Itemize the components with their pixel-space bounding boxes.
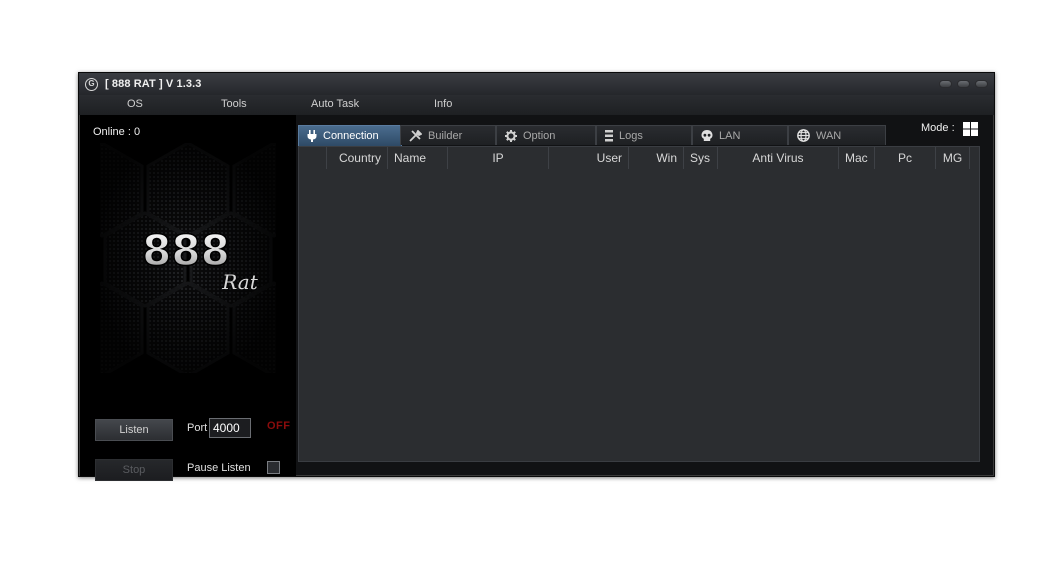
- window-controls: [939, 80, 988, 88]
- tab-lan[interactable]: LAN: [692, 125, 788, 145]
- close-button[interactable]: [975, 80, 988, 88]
- column-header-row-indicator: [299, 147, 327, 169]
- logo-word: Rat: [221, 270, 258, 294]
- column-header-name[interactable]: Name: [388, 147, 448, 169]
- maximize-button[interactable]: [957, 80, 970, 88]
- tab-option[interactable]: Option: [496, 125, 596, 145]
- status-off-label: OFF: [267, 420, 291, 432]
- port-label: Port: [187, 422, 208, 434]
- tab-wan-label: WAN: [816, 129, 842, 142]
- grid-header: Country Name IP User Win Sys Anti Virus …: [299, 147, 979, 169]
- logs-icon: [605, 129, 613, 141]
- tab-connection[interactable]: Connection: [298, 125, 402, 146]
- column-header-win[interactable]: Win: [629, 147, 684, 169]
- tab-strip: Connection Builder Option Logs LAN WAN: [298, 125, 988, 146]
- main-window: G [ 888 RAT ] V 1.3.3 OS Tools Auto Task…: [78, 72, 995, 481]
- menu-info[interactable]: Info: [434, 98, 452, 110]
- pause-listen-checkbox[interactable]: [267, 461, 280, 474]
- menu-bar: OS Tools Auto Task Info: [79, 95, 994, 115]
- column-header-mac[interactable]: Mac: [839, 147, 875, 169]
- online-count: Online : 0: [93, 126, 141, 138]
- window-title: [ 888 RAT ] V 1.3.3: [105, 78, 202, 90]
- tab-logs-label: Logs: [619, 129, 643, 142]
- plug-icon: [307, 130, 317, 142]
- globe-icon: [797, 129, 810, 142]
- tools-icon: [409, 129, 422, 142]
- column-header-anti-virus[interactable]: Anti Virus: [718, 147, 839, 169]
- gear-icon: [505, 129, 517, 142]
- menu-auto-task[interactable]: Auto Task: [311, 98, 359, 110]
- column-header-mg[interactable]: MG: [936, 147, 970, 169]
- minimize-button[interactable]: [939, 80, 952, 88]
- tab-option-label: Option: [523, 129, 556, 142]
- app-icon[interactable]: G: [85, 77, 98, 91]
- menu-os[interactable]: OS: [127, 98, 143, 110]
- tab-connection-label: Connection: [323, 130, 379, 142]
- menu-tools[interactable]: Tools: [221, 98, 247, 110]
- column-header-country[interactable]: Country: [327, 147, 388, 169]
- skull-icon: [701, 129, 713, 141]
- port-input[interactable]: [209, 418, 251, 438]
- listen-button[interactable]: Listen: [95, 419, 173, 441]
- tab-builder[interactable]: Builder: [400, 125, 496, 145]
- mode-label: Mode :: [921, 122, 955, 134]
- column-header-sys[interactable]: Sys: [684, 147, 718, 169]
- stop-button[interactable]: Stop: [95, 459, 173, 481]
- left-panel: Online : 0 888 Rat Listen Port 4000 OFF …: [80, 115, 296, 481]
- tab-logs[interactable]: Logs: [596, 125, 692, 145]
- tab-builder-label: Builder: [428, 129, 463, 142]
- tab-lan-label: LAN: [719, 129, 741, 142]
- column-header-user[interactable]: User: [549, 147, 629, 169]
- windows-icon[interactable]: [963, 122, 978, 136]
- column-header-ip[interactable]: IP: [448, 147, 549, 169]
- logo-image: 888 Rat: [100, 143, 276, 373]
- tab-wan[interactable]: WAN: [788, 125, 886, 145]
- pause-listen-label: Pause Listen: [187, 462, 251, 474]
- title-bar[interactable]: G [ 888 RAT ] V 1.3.3: [79, 73, 994, 95]
- logo-number: 888: [142, 226, 230, 275]
- connections-grid[interactable]: Country Name IP User Win Sys Anti Virus …: [298, 146, 980, 462]
- column-header-pc[interactable]: Pc: [875, 147, 936, 169]
